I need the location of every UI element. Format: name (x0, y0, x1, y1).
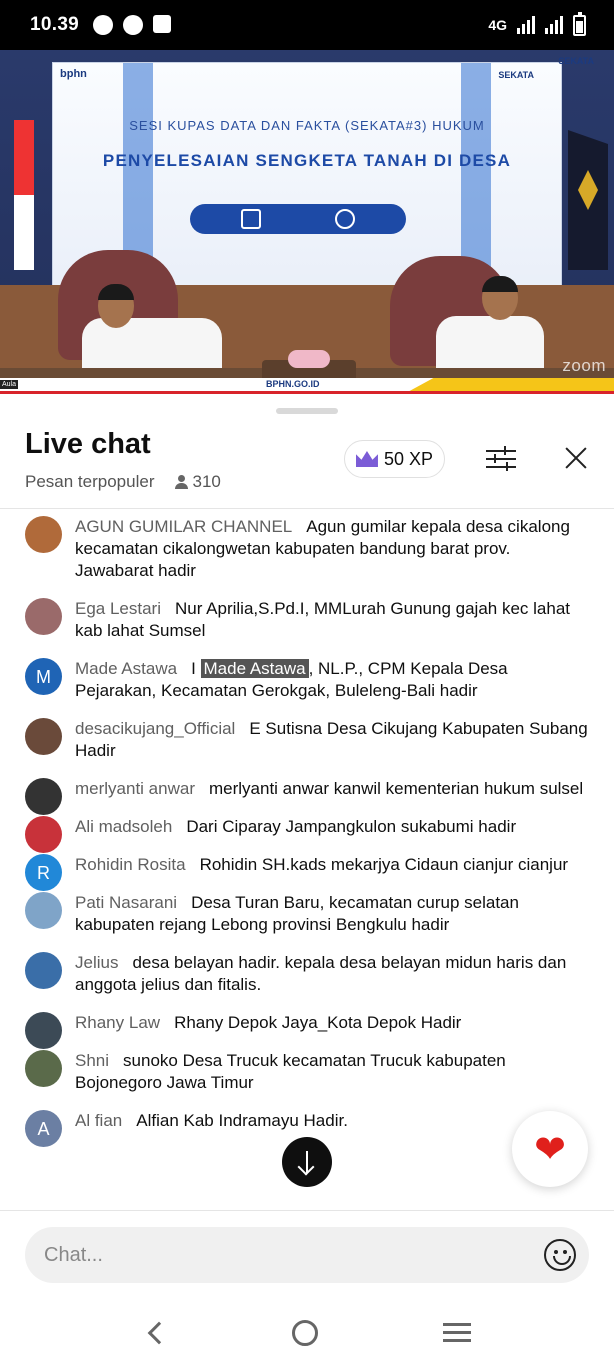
message-text: merlyanti anwar kanwil kementerian hukum… (209, 779, 584, 798)
recents-icon[interactable] (443, 1323, 472, 1343)
avatar[interactable] (25, 892, 62, 929)
network-type: 4G (488, 17, 507, 33)
location-tag: Aula (0, 380, 19, 389)
chat-message[interactable]: Rhany Law Rhany Depok Jaya_Kota Depok Had… (0, 1012, 614, 1049)
avatar[interactable]: M (25, 658, 62, 695)
message-author[interactable]: Pati Nasarani (75, 893, 177, 912)
avatar[interactable] (25, 1050, 62, 1087)
scroll-to-bottom-button[interactable] (282, 1137, 332, 1187)
crown-icon (355, 451, 378, 467)
video-url: BPHN.GO.ID (266, 379, 320, 389)
signal-icon (545, 16, 563, 34)
person-icon (174, 475, 189, 489)
reaction-button[interactable]: ❤ (512, 1111, 588, 1187)
status-bar: 10.39 4G (0, 0, 614, 50)
message-text: desa belayan hadir. kepala desa belayan … (75, 953, 567, 994)
signal-icon (517, 16, 535, 34)
close-icon[interactable] (562, 444, 590, 472)
compass-icon (123, 15, 144, 35)
live-chat-panel: Live chat Pesan terpopuler 310 50 XP AGU… (0, 394, 614, 1366)
message-author[interactable]: Ega Lestari (75, 599, 161, 618)
message-mention: Made Astawa (200, 659, 309, 678)
chat-title: Live chat (25, 428, 151, 460)
message-author[interactable]: Shni (75, 1051, 109, 1070)
flag (14, 120, 34, 270)
message-author[interactable]: Rhany Law (75, 1013, 160, 1032)
tune-icon[interactable] (486, 446, 516, 472)
avatar[interactable] (25, 816, 62, 853)
zoom-watermark: zoom (562, 356, 606, 375)
calendar-icon (241, 209, 261, 229)
video-headline: PENYELESAIAN SENGKETA TANAH DI DESA (102, 151, 512, 170)
chat-message[interactable]: AGUN GUMILAR CHANNEL Agun gumilar kepala … (0, 516, 614, 582)
chat-message[interactable]: Shni sunoko Desa Trucuk kecamatan Trucuk … (0, 1050, 614, 1094)
message-text: Rohidin SH.kads mekarjya Cidaun cianjur … (199, 855, 569, 874)
drag-handle[interactable] (276, 408, 338, 414)
files-icon (153, 15, 172, 33)
message-author[interactable]: desacikujang_Official (75, 719, 235, 738)
avatar[interactable]: R (25, 854, 62, 891)
chat-message[interactable]: R Rohidin Rosita Rohidin SH.kads mekarjya … (0, 854, 614, 891)
avatar[interactable] (25, 598, 62, 635)
chat-mode-selector[interactable]: Pesan terpopuler (25, 472, 154, 492)
chat-message[interactable]: Ali madsoleh Dari Ciparay Jampangkulon su… (0, 816, 614, 853)
whatsapp-icon (93, 15, 114, 35)
status-time: 10.39 (30, 14, 80, 35)
chat-message[interactable]: merlyanti anwar merlyanti anwar kanwil ke… (0, 778, 614, 815)
message-text: Dari Ciparay Jampangkulon sukabumi hadir (186, 817, 517, 836)
system-nav-bar (0, 1300, 614, 1366)
avatar[interactable]: A (25, 1110, 62, 1147)
battery-icon (573, 11, 586, 36)
message-text: Alfian Kab Indramayu Hadir. (136, 1111, 348, 1130)
avatar[interactable] (25, 952, 62, 989)
chat-message[interactable]: Jelius desa belayan hadir. kepala desa be… (0, 952, 614, 996)
message-author[interactable]: merlyanti anwar (75, 779, 195, 798)
message-text: Rhany Depok Jaya_Kota Depok Hadir (174, 1013, 462, 1032)
video-player[interactable]: bphn SEKATA SEKATA SESI KUPAS DATA DAN F… (0, 50, 614, 394)
avatar[interactable] (25, 718, 62, 755)
event-info-box (190, 204, 406, 234)
chat-message-list[interactable]: AGUN GUMILAR CHANNEL Agun gumilar kepala … (0, 516, 614, 1210)
message-author[interactable]: Ali madsoleh (75, 817, 172, 836)
clock-icon (335, 209, 355, 229)
video-subtitle: SESI KUPAS DATA DAN FAKTA (SEKATA#3) HUK… (129, 118, 485, 133)
message-author[interactable]: AGUN GUMILAR CHANNEL (75, 517, 292, 536)
avatar[interactable] (25, 778, 62, 815)
emoji-icon[interactable] (544, 1239, 576, 1271)
xp-badge[interactable]: 50 XP (344, 440, 445, 478)
arrow-down-icon (306, 1151, 308, 1173)
sekata-logo: SEKATA (558, 56, 594, 66)
chat-message[interactable]: desacikujang_Official E Sutisna Desa Ciku… (0, 718, 614, 762)
message-author[interactable]: Jelius (75, 953, 118, 972)
bphn-logo: bphn (60, 68, 87, 80)
home-icon[interactable] (291, 1320, 318, 1346)
avatar[interactable] (25, 1012, 62, 1049)
chat-message[interactable]: M Made Astawa I Made Astawa, NL.P., CPM Ke… (0, 658, 614, 702)
avatar[interactable] (25, 516, 62, 553)
sekata-logo-screen: SEKATA (498, 70, 534, 80)
banner (568, 130, 608, 270)
message-author[interactable]: Made Astawa (75, 659, 177, 678)
message-text: I (191, 659, 201, 678)
message-author[interactable]: Al fian (75, 1111, 122, 1130)
chat-input[interactable] (25, 1227, 589, 1283)
message-author[interactable]: Rohidin Rosita (75, 855, 186, 874)
back-icon[interactable] (147, 1321, 170, 1345)
chat-message[interactable]: Pati Nasarani Desa Turan Baru, kecamatan … (0, 892, 614, 936)
viewer-count: 310 (174, 472, 221, 492)
heart-icon: ❤ (534, 1128, 566, 1171)
chat-message[interactable]: Ega Lestari Nur Aprilia,S.Pd.I, MMLurah G… (0, 598, 614, 642)
message-text: sunoko Desa Trucuk kecamatan Trucuk kabu… (75, 1051, 506, 1092)
